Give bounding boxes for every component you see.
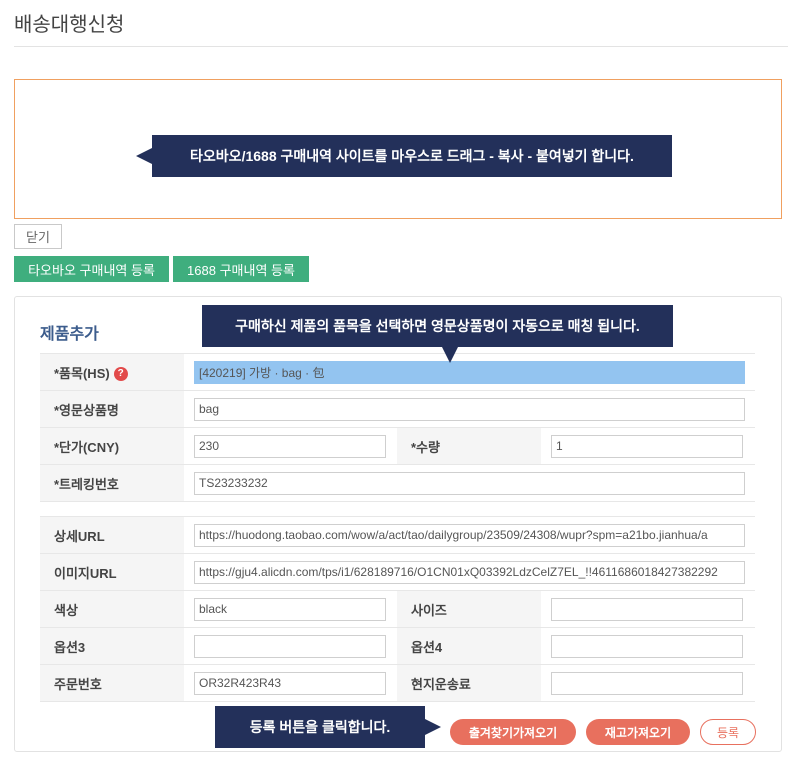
- unit-price-input[interactable]: [194, 434, 386, 458]
- local-shipping-input[interactable]: [551, 671, 743, 695]
- english-name-input[interactable]: [194, 397, 746, 421]
- size-input[interactable]: [551, 597, 743, 621]
- quantity-input[interactable]: [551, 434, 743, 458]
- item-select[interactable]: [194, 360, 746, 384]
- form-row-image-url: 이미지URL: [40, 553, 756, 591]
- form-row-price-qty: *단가(CNY) *수량: [40, 427, 756, 465]
- product-form-optional: 상세URL 이미지URL 색상 사이즈 옵션3 옵션4 주문번호 현지운송료: [40, 516, 756, 702]
- product-form-required: *품목(HS)? *영문상품명 *단가(CNY) *수량 *트레킹번호: [40, 353, 756, 502]
- image-url-label: 이미지URL: [40, 553, 184, 591]
- unit-price-label: *단가(CNY): [40, 427, 184, 465]
- 1688-register-button[interactable]: 1688 구매내역 등록: [173, 256, 309, 282]
- taobao-register-button[interactable]: 타오바오 구매내역 등록: [14, 256, 169, 282]
- order-number-label: 주문번호: [40, 664, 184, 702]
- close-button[interactable]: 닫기: [14, 224, 62, 249]
- callout-arrow-right-icon: [425, 719, 441, 735]
- order-number-input[interactable]: [194, 671, 386, 695]
- form-row-english-name: *영문상품명: [40, 390, 756, 428]
- section-title: 제품추가: [40, 326, 99, 343]
- option3-label: 옵션3: [40, 627, 184, 665]
- stock-fetch-button[interactable]: 재고가져오기: [586, 719, 690, 745]
- form-row-tracking: *트레킹번호: [40, 464, 756, 502]
- form-row-detail-url: 상세URL: [40, 516, 756, 554]
- callout-arrow-left-icon: [136, 148, 152, 164]
- paste-hint-callout: 타오바오/1688 구매내역 사이트를 마우스로 드래그 - 복사 - 붙여넣기…: [136, 135, 672, 177]
- item-label: *품목(HS)?: [40, 353, 184, 391]
- color-input[interactable]: [194, 597, 386, 621]
- detail-url-input[interactable]: [194, 523, 746, 547]
- register-button[interactable]: 등록: [700, 719, 756, 745]
- title-divider: [14, 46, 788, 47]
- product-hint-callout: 구매하신 제품의 품목을 선택하면 영문상품명이 자동으로 매칭 됩니다.: [202, 305, 673, 363]
- register-hint-callout: 등록 버튼을 클릭합니다.: [215, 706, 441, 748]
- page-title: 배송대행신청: [14, 14, 125, 36]
- english-name-label: *영문상품명: [40, 390, 184, 428]
- option4-label: 옵션4: [397, 627, 541, 665]
- quantity-label: *수량: [397, 427, 541, 465]
- help-icon[interactable]: ?: [113, 367, 128, 382]
- callout-arrow-down-icon: [442, 347, 458, 363]
- form-row-order-shipping: 주문번호 현지운송료: [40, 664, 756, 702]
- option4-input[interactable]: [551, 634, 743, 658]
- detail-url-label: 상세URL: [40, 516, 184, 554]
- local-shipping-label: 현지운송료: [397, 664, 541, 702]
- register-hint-text: 등록 버튼을 클릭합니다.: [249, 719, 391, 735]
- tracking-label: *트레킹번호: [40, 464, 184, 502]
- tracking-input[interactable]: [194, 471, 746, 495]
- option3-input[interactable]: [194, 634, 386, 658]
- product-hint-text: 구매하신 제품의 품목을 선택하면 영문상품명이 자동으로 매칭 됩니다.: [235, 318, 640, 334]
- shipping-fetch-button[interactable]: 출겨찾기가져오기: [450, 719, 576, 745]
- image-url-input[interactable]: [194, 560, 746, 584]
- paste-hint-text: 타오바오/1688 구매내역 사이트를 마우스로 드래그 - 복사 - 붙여넣기…: [190, 148, 634, 164]
- color-label: 색상: [40, 590, 184, 628]
- form-row-item: *품목(HS)?: [40, 353, 756, 391]
- form-row-options: 옵션3 옵션4: [40, 627, 756, 665]
- form-row-color-size: 색상 사이즈: [40, 590, 756, 628]
- size-label: 사이즈: [397, 590, 541, 628]
